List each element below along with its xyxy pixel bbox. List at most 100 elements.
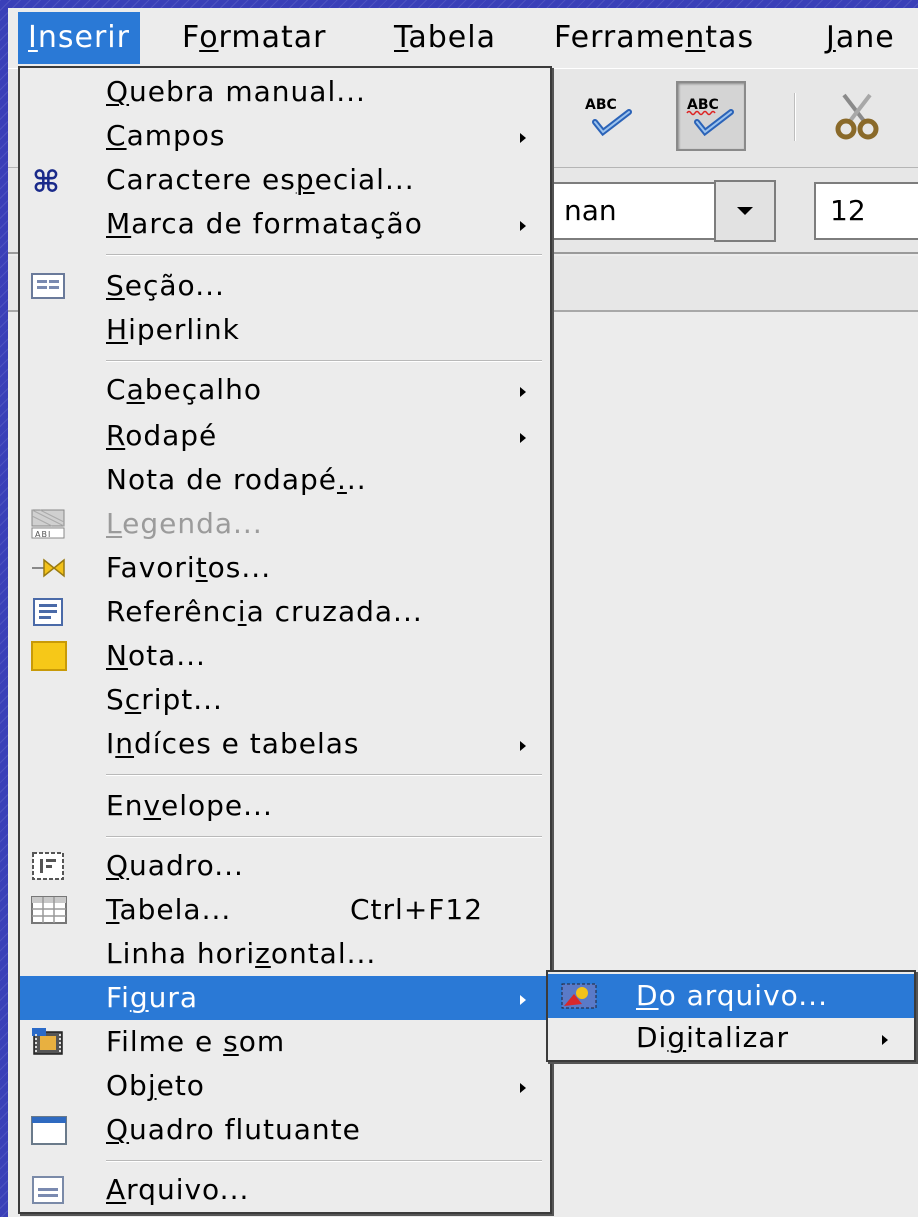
menu-item-label: Seção... — [106, 269, 225, 302]
submenu-arrow-icon — [520, 1083, 526, 1093]
menu-item-label: Quadro... — [106, 849, 244, 882]
menu-item-indices-tabelas[interactable]: Indíces e tabelas — [20, 722, 550, 766]
menu-item-label: Figura — [106, 981, 199, 1014]
menu-item-label: Quadro flutuante — [106, 1113, 361, 1146]
menu-item-linha-horizontal[interactable]: Linha horizontal... — [20, 932, 550, 976]
menu-item-do-arquivo[interactable]: Do arquivo... — [548, 974, 914, 1018]
menu-item-quadro[interactable]: Quadro... — [20, 844, 550, 888]
autospellcheck-button[interactable]: ABC — [676, 81, 746, 151]
menu-item-label: Envelope... — [106, 789, 273, 822]
menu-item-filme-som[interactable]: Filme e som — [20, 1020, 550, 1064]
menu-item-favoritos[interactable]: Favoritos... — [20, 546, 550, 590]
menu-separator — [106, 774, 542, 776]
menu-ferramentas[interactable]: Ferramentas — [544, 12, 764, 64]
menu-item-nota-rodape[interactable]: Nota de rodapé... — [20, 458, 550, 502]
spellcheck-icon: ABC — [585, 97, 632, 137]
svg-text:ABC: ABC — [687, 97, 719, 113]
menu-item-label: Campos — [106, 119, 226, 152]
menu-item-hiperlink[interactable]: Hiperlink — [20, 308, 550, 352]
font-name-field[interactable]: nan — [548, 182, 714, 240]
inserir-dropdown-menu: Quebra manual... Campos ⌘ Caractere espe… — [18, 66, 552, 1214]
menu-item-label: Tabela... — [106, 893, 232, 926]
menu-item-label: Script... — [106, 683, 223, 716]
menu-item-label: Filme e som — [106, 1025, 286, 1058]
menu-item-shortcut: Ctrl+F12 — [350, 893, 484, 926]
menu-item-script[interactable]: Script... — [20, 678, 550, 722]
figura-submenu: Do arquivo... Digitalizar — [546, 970, 916, 1062]
font-name-dropdown[interactable] — [714, 180, 776, 242]
menu-item-label: Nota de rodapé... — [106, 463, 367, 496]
menu-separator — [106, 254, 542, 256]
menu-item-label: Hiperlink — [106, 313, 240, 346]
section-icon — [31, 273, 65, 299]
menu-item-caractere-especial[interactable]: ⌘ Caractere especial... — [20, 158, 550, 202]
menu-item-label: Caractere especial... — [106, 163, 415, 196]
menu-janela[interactable]: Jane — [816, 12, 905, 64]
menu-item-campos[interactable]: Campos — [20, 114, 550, 158]
command-symbol-icon: ⌘ — [32, 165, 61, 196]
submenu-arrow-icon — [520, 221, 526, 231]
note-icon — [31, 641, 67, 671]
menu-item-referencia-cruzada[interactable]: Referência cruzada... — [20, 590, 550, 634]
menu-item-rodape[interactable]: Rodapé — [20, 414, 550, 458]
menu-item-digitalizar[interactable]: Digitalizar — [548, 1016, 914, 1060]
menu-item-label: Quebra manual... — [106, 75, 366, 108]
menu-item-label: Objeto — [106, 1069, 205, 1102]
submenu-arrow-icon — [882, 1035, 888, 1045]
cross-reference-icon — [33, 598, 63, 626]
file-icon — [32, 1176, 64, 1204]
menu-item-label: Referência cruzada... — [106, 595, 423, 628]
menu-item-quebra-manual[interactable]: Quebra manual... — [20, 70, 550, 114]
menu-item-tabela[interactable]: Tabela... Ctrl+F12 — [20, 888, 550, 932]
menu-item-label: Linha horizontal... — [106, 937, 377, 970]
menu-item-secao[interactable]: Seção... — [20, 264, 550, 308]
menu-item-arquivo[interactable]: Arquivo... — [20, 1168, 550, 1212]
menu-item-envelope[interactable]: Envelope... — [20, 784, 550, 828]
spellcheck-button[interactable]: ABC — [574, 81, 644, 151]
bookmark-icon — [32, 558, 65, 578]
svg-text:⌘: ⌘ — [32, 165, 61, 196]
submenu-arrow-icon — [520, 433, 526, 443]
menu-item-objeto[interactable]: Objeto — [20, 1064, 550, 1108]
menu-item-cabecalho[interactable]: Cabeçalho — [20, 368, 550, 412]
menu-item-label: Cabeçalho — [106, 373, 262, 406]
autospellcheck-icon: ABC — [686, 97, 734, 137]
film-icon — [32, 1028, 63, 1055]
menu-item-label: Arquivo... — [106, 1173, 250, 1206]
svg-text:ABC: ABC — [585, 97, 617, 113]
menu-separator — [106, 836, 542, 838]
menu-item-marca-formatacao[interactable]: Marca de formatação — [20, 202, 550, 246]
menu-item-label: Favoritos... — [106, 551, 272, 584]
frame-icon — [32, 852, 64, 880]
submenu-arrow-icon — [520, 995, 526, 1005]
menu-item-label: Digitalizar — [636, 1021, 789, 1054]
svg-text:ABI: ABI — [35, 530, 51, 539]
toolbar-separator — [794, 93, 796, 141]
font-size-field[interactable]: 12 — [814, 182, 918, 240]
menu-item-nota[interactable]: Nota... — [20, 634, 550, 678]
submenu-arrow-icon — [520, 387, 526, 397]
table-icon — [31, 896, 67, 924]
menu-item-label: Rodapé — [106, 419, 218, 452]
floating-frame-icon — [31, 1116, 67, 1145]
menu-item-label: Nota... — [106, 639, 206, 672]
submenu-arrow-icon — [520, 133, 526, 143]
menu-separator — [106, 360, 542, 362]
menu-item-label: Legenda... — [106, 507, 263, 540]
menu-separator — [106, 1160, 542, 1162]
menu-item-quadro-flutuante[interactable]: Quadro flutuante — [20, 1108, 550, 1152]
menu-bar: Inserir Formatar Tabela Ferramentas Jane — [8, 8, 918, 68]
scissors-icon — [835, 93, 879, 140]
submenu-arrow-icon — [520, 741, 526, 751]
cut-button[interactable] — [822, 81, 892, 151]
chevron-down-icon — [737, 207, 753, 215]
menu-item-label: Do arquivo... — [636, 979, 828, 1012]
menu-tabela[interactable]: Tabela — [384, 12, 506, 64]
menu-formatar[interactable]: Formatar — [172, 12, 336, 64]
menu-item-figura[interactable]: Figura — [20, 976, 550, 1020]
image-icon — [561, 983, 597, 1009]
menu-item-label: Indíces e tabelas — [106, 727, 360, 760]
menu-item-label: Marca de formatação — [106, 207, 423, 240]
menu-item-legenda[interactable]: ABI Legenda... — [20, 502, 550, 546]
menu-inserir[interactable]: Inserir — [18, 12, 140, 64]
